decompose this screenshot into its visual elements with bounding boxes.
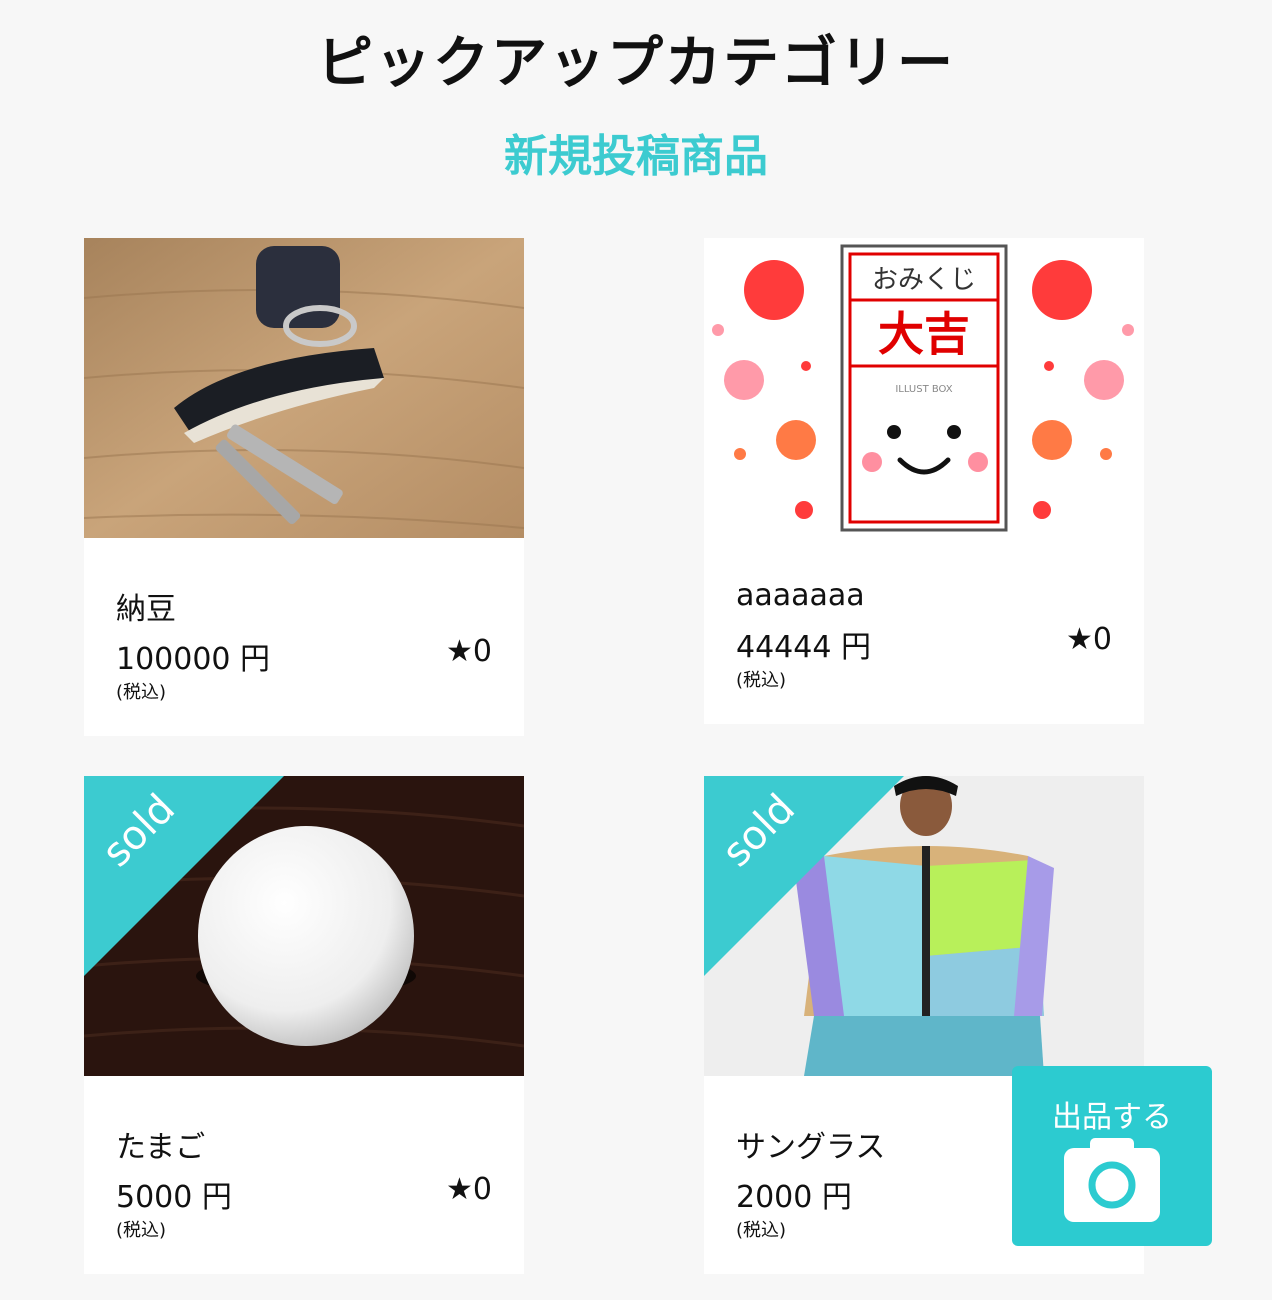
like-count[interactable]: ★0 [446, 634, 492, 669]
product-image[interactable] [84, 238, 524, 538]
omikuji-top-text: おみくじ [872, 265, 976, 295]
product-card[interactable]: 納豆 100000 円 ★0 (税込) [84, 238, 524, 736]
product-image[interactable]: sold [84, 776, 524, 1076]
omikuji-credit-text: ILLUST BOX [895, 384, 952, 395]
item-name: たまご [116, 1130, 206, 1165]
item-name: 納豆 [116, 592, 176, 627]
sold-ribbon: sold [84, 776, 284, 976]
item-price: 44444 円 [736, 630, 871, 665]
tax-note: (税込) [116, 682, 167, 703]
product-card[interactable]: sold たまご 5000 円 ★0 (税込) [84, 776, 524, 1274]
keychain-photo [84, 238, 524, 538]
tax-note: (税込) [116, 1220, 167, 1241]
item-name: サングラス [736, 1130, 886, 1165]
section-title: 新規投稿商品 [504, 131, 768, 182]
product-image[interactable]: sold [704, 776, 1144, 1076]
item-price: 2000 円 [736, 1180, 852, 1215]
product-image[interactable]: おみくじ 大吉 ILLUST BOX [704, 238, 1144, 538]
product-card[interactable]: おみくじ 大吉 ILLUST BOX aaaaaaa 44444 円 ★0 (税… [704, 238, 1144, 724]
item-price: 5000 円 [116, 1180, 232, 1215]
omikuji-fortune-text: 大吉 [878, 307, 970, 361]
tax-note: (税込) [736, 670, 787, 691]
like-count[interactable]: ★0 [1066, 622, 1112, 657]
sell-button-label: 出品する [1052, 1100, 1172, 1135]
item-name: aaaaaaa [736, 578, 865, 613]
sold-ribbon: sold [704, 776, 904, 976]
omikuji-illustration: おみくじ 大吉 ILLUST BOX [704, 238, 1144, 538]
tax-note: (税込) [736, 1220, 787, 1241]
sell-button[interactable]: 出品する [1012, 1066, 1212, 1246]
item-price: 100000 円 [116, 642, 271, 677]
like-count[interactable]: ★0 [446, 1172, 492, 1207]
page-title: ピックアップカテゴリー [317, 31, 955, 96]
camera-icon [1064, 1138, 1160, 1222]
